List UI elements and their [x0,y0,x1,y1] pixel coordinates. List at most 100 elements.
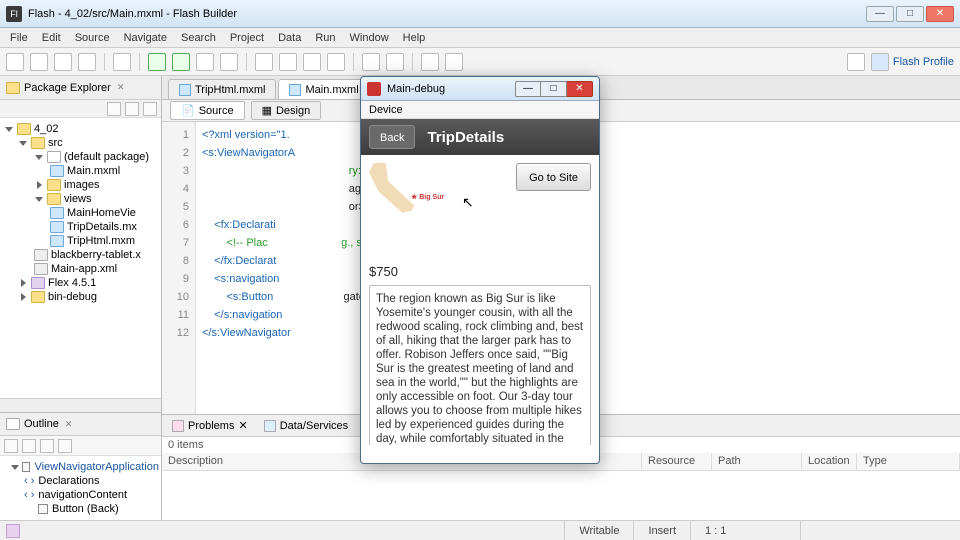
toggle2-icon[interactable] [386,53,404,71]
panel-toolbar [0,100,161,118]
tree-flex-sdk[interactable]: Flex 4.5.1 [0,276,161,290]
mxml-icon [179,84,191,96]
external-tools-icon[interactable] [220,53,238,71]
separator [139,53,140,71]
nav-back-icon[interactable] [421,53,439,71]
outline-icon [6,418,20,430]
package-explorer-tab[interactable]: Package Explorer ✕ [0,76,161,100]
collapse-icon[interactable] [107,102,121,116]
debug-minimize-button[interactable]: — [515,81,541,97]
flash-profile-button[interactable]: Flash Profile [871,53,954,71]
app-header: Back TripDetails [361,119,599,155]
outline-label: Outline [24,418,59,430]
gutter: 123456789101112 [162,122,196,414]
save-all-icon[interactable] [54,53,72,71]
description-textarea[interactable]: The region known as Big Sur is like Yose… [369,285,591,445]
outline-item[interactable]: ‹ ›Declarations [2,474,159,488]
run-icon[interactable] [172,53,190,71]
debug-window[interactable]: Main-debug — □ ✕ Device Back TripDetails… [360,76,600,464]
col-resource[interactable]: Resource [642,453,712,470]
window-maximize-button[interactable]: □ [896,6,924,22]
window-minimize-button[interactable]: — [866,6,894,22]
new-icon[interactable] [6,53,24,71]
menu-window[interactable]: Window [344,30,395,46]
menu-source[interactable]: Source [69,30,116,46]
nav-fwd-icon[interactable] [445,53,463,71]
tree-default-pkg[interactable]: (default package) [0,150,161,164]
menubar: File Edit Source Navigate Search Project… [0,28,960,48]
flash-player-icon [367,82,381,96]
menu-icon[interactable] [143,102,157,116]
tree-view-item[interactable]: TripHtml.mxm [0,234,161,248]
project-tree: 4_02 src (default package) Main.mxml ima… [0,122,161,304]
filter-icon[interactable] [22,439,36,453]
debug-menu[interactable]: Device [361,101,599,119]
scrollbar[interactable] [0,398,161,412]
design-tab[interactable]: ▦Design [251,101,322,120]
tree-views[interactable]: views [0,192,161,206]
tree-bb-xml[interactable]: blackberry-tablet.x [0,248,161,262]
outline-tab[interactable]: Outline ✕ [0,412,161,436]
close-icon[interactable]: ✕ [65,419,73,430]
save-icon[interactable] [30,53,48,71]
tree-project[interactable]: 4_02 [0,122,161,136]
menu-search[interactable]: Search [175,30,222,46]
back-button[interactable]: Back [369,125,415,149]
menu-run[interactable]: Run [309,30,341,46]
debug-title: Main-debug [387,83,445,95]
refresh-icon[interactable] [303,53,321,71]
menu-navigate[interactable]: Navigate [118,30,173,46]
window-close-button[interactable]: ✕ [926,6,954,22]
window-title: Flash - 4_02/src/Main.mxml - Flash Build… [28,8,866,20]
col-path[interactable]: Path [712,453,802,470]
tree-images[interactable]: images [0,178,161,192]
build-icon[interactable] [113,53,131,71]
close-icon[interactable]: ✕ [117,82,125,93]
outline-item[interactable]: Button (Back) [2,502,159,516]
debug-icon[interactable] [148,53,166,71]
data-services-tab[interactable]: Data/Services [260,418,352,434]
flash-profile-icon [871,53,889,71]
tree-main-mxml[interactable]: Main.mxml [0,164,161,178]
col-location[interactable]: Location [802,453,857,470]
sort-icon[interactable] [4,439,18,453]
menu-help[interactable]: Help [397,30,432,46]
problems-tab[interactable]: Problems✕ [168,417,252,434]
goto-site-button[interactable]: Go to Site [516,163,591,191]
menu-file[interactable]: File [4,30,34,46]
export-icon[interactable] [327,53,345,71]
print-icon[interactable] [78,53,96,71]
menu-data[interactable]: Data [272,30,307,46]
debug-maximize-button[interactable]: □ [541,81,567,97]
editor-tab-triphtml[interactable]: TripHtml.mxml [168,79,276,99]
link-icon[interactable] [125,102,139,116]
status-icon[interactable] [6,524,20,538]
menu-project[interactable]: Project [224,30,270,46]
toggle-icon[interactable] [362,53,380,71]
california-map-image [369,163,417,215]
close-icon[interactable]: ✕ [238,419,247,432]
expand-icon[interactable] [58,439,72,453]
folder-icon [6,82,20,94]
menu-edit[interactable]: Edit [36,30,67,46]
tree-mainapp-xml[interactable]: Main-app.xml [0,262,161,276]
connect-icon[interactable] [279,53,297,71]
hide-icon[interactable] [40,439,54,453]
outline-body: ViewNavigatorApplication ‹ ›Declarations… [0,456,161,520]
tree-bin-debug[interactable]: bin-debug [0,290,161,304]
new-wizard-icon[interactable] [255,53,273,71]
tree-view-item[interactable]: MainHomeVie [0,206,161,220]
debug-titlebar[interactable]: Main-debug — □ ✕ [361,77,599,101]
profile-icon[interactable] [196,53,214,71]
col-type[interactable]: Type [857,453,960,470]
source-tab[interactable]: 📄Source [170,101,245,120]
price-text: $750 [369,264,591,279]
outline-root[interactable]: ViewNavigatorApplication [2,460,159,474]
outline-item[interactable]: ‹ ›navigationContent [2,488,159,502]
tree-view-item[interactable]: TripDetails.mx [0,220,161,234]
tree-src[interactable]: src [0,136,161,150]
status-position: 1 : 1 [690,521,800,540]
perspective-icon[interactable] [847,53,865,71]
separator [246,53,247,71]
debug-close-button[interactable]: ✕ [567,81,593,97]
